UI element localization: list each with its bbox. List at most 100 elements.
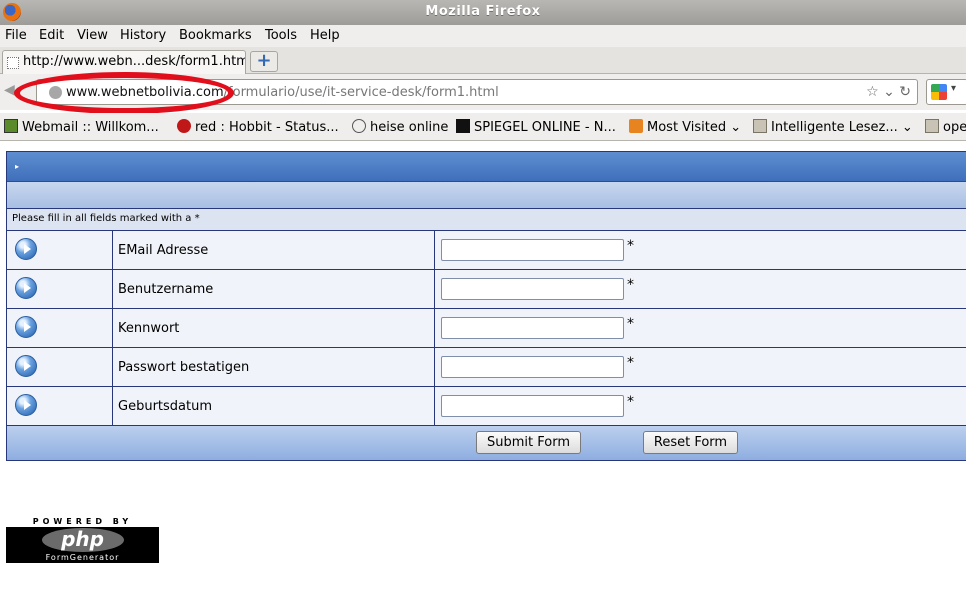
bookmark-intelligente[interactable]: Intelligente Lesez... ⌄ [753,119,913,135]
google-icon[interactable] [931,84,947,100]
bookmark-webmail[interactable]: Webmail :: Willkom... [4,119,159,135]
title-bar: Mozilla Firefox [0,0,966,25]
url-path: /formulario/use/it-service-desk/form1.ht… [223,85,499,100]
required-mark: * [627,394,634,410]
row-input-cell: * [436,348,966,386]
form-header: ▸ [7,152,966,182]
badge-formgenerator: FormGenerator [45,553,120,562]
navigation-bar: ◀ www.webnetbolivia.com/formulario/use/i… [0,74,966,110]
header-arrow-icon: ▸ [15,162,20,171]
row-icon-cell [7,387,113,425]
form-subheader [7,182,966,209]
row-input-cell: * [436,270,966,308]
field-label-username: Benutzername [114,270,435,308]
folder-icon [753,119,767,133]
field-label-password-confirm: Passwort bestatigen [114,348,435,386]
bookmark-label: heise online [370,120,449,135]
red-status-icon [177,119,191,133]
badge-php: php [61,527,104,551]
page-icon [7,57,19,69]
back-arrow-icon[interactable]: ◀ [4,82,24,102]
menu-tools[interactable]: Tools [265,28,297,43]
arrow-circle-icon [15,394,37,416]
row-input-cell: * [436,231,966,269]
form-row-password: Kennwort * [7,309,966,348]
arrow-circle-icon [15,316,37,338]
bookmark-label: Most Visited [647,120,727,135]
menu-file[interactable]: File [5,28,27,43]
globe-icon [49,86,62,99]
chevron-down-icon: ⌄ [730,120,742,135]
bookmark-label: Intelligente Lesez... [771,120,898,135]
bookmark-label: Webmail :: Willkom... [22,120,159,135]
bookmark-label: ope [943,120,966,135]
required-mark: * [627,238,634,254]
menu-view[interactable]: View [77,28,108,43]
form-row-username: Benutzername * [7,270,966,309]
form-row-password-confirm: Passwort bestatigen * [7,348,966,387]
username-input[interactable] [441,278,624,300]
arrow-circle-icon [15,238,37,260]
new-tab-button[interactable]: + [250,51,278,72]
tab-strip: http://www.webn...desk/form1.html + [0,47,966,74]
badge-body: php FormGenerator [6,527,159,563]
menu-bookmarks[interactable]: Bookmarks [179,28,252,43]
required-mark: * [627,355,634,371]
birthdate-input[interactable] [441,395,624,417]
email-input[interactable] [441,239,624,261]
row-icon-cell [7,270,113,308]
form-note: Please fill in all fields marked with a … [7,209,966,231]
page-content: ▸ Please fill in all fields marked with … [0,142,966,598]
submit-form-button[interactable]: Submit Form [476,431,581,454]
menu-edit[interactable]: Edit [39,28,64,43]
bookmark-label: red : Hobbit - Status... [195,120,339,135]
password-confirm-input[interactable] [441,356,624,378]
required-mark: * [627,316,634,332]
field-label-birthdate: Geburtsdatum [114,387,435,425]
bookmark-star-icon[interactable]: ☆ [866,84,879,100]
dropdown-arrow-icon[interactable]: ▾ [951,83,956,94]
bookmarks-toolbar: Webmail :: Willkom... red : Hobbit - Sta… [0,113,966,141]
chevron-down-icon: ⌄ [901,120,913,135]
window-title: Mozilla Firefox [425,4,541,19]
url-text[interactable]: www.webnetbolivia.com/formulario/use/it-… [66,85,499,100]
arrow-circle-icon [15,277,37,299]
tab-label: http://www.webn...desk/form1.html [23,54,246,69]
heise-icon [352,119,366,133]
chevron-down-icon[interactable]: ⌄ [883,84,895,100]
form-table: ▸ Please fill in all fields marked with … [6,151,966,461]
row-icon-cell [7,309,113,347]
bookmark-ope[interactable]: ope [925,119,966,135]
required-mark: * [627,277,634,293]
url-bar[interactable]: www.webnetbolivia.com/formulario/use/it-… [36,79,918,105]
bookmark-heise[interactable]: heise online [352,119,448,135]
bookmark-spiegel[interactable]: SPIEGEL ONLINE - N... [456,119,616,135]
tab-form1[interactable]: http://www.webn...desk/form1.html [2,50,246,74]
url-host: www.webnetbolivia.com [66,85,224,100]
url-controls: ☆ ⌄ ↻ [866,84,911,100]
badge-powered-by: POWERED BY [32,517,133,526]
reset-form-button[interactable]: Reset Form [643,431,738,454]
form-row-birthdate: Geburtsdatum * [7,387,966,426]
row-input-cell: * [436,309,966,347]
field-label-password: Kennwort [114,309,435,347]
bookmark-most-visited[interactable]: Most Visited ⌄ [629,119,741,135]
reload-icon[interactable]: ↻ [899,84,911,100]
form-footer: Submit Form Reset Form [7,426,966,460]
password-input[interactable] [441,317,624,339]
bookmark-red-status[interactable]: red : Hobbit - Status... [177,119,339,135]
arrow-circle-icon [15,355,37,377]
php-formgenerator-badge[interactable]: POWERED BY php FormGenerator [6,517,159,563]
form-row-email: EMail Adresse * [7,231,966,270]
folder-icon [925,119,939,133]
row-icon-cell [7,348,113,386]
row-icon-cell [7,231,113,269]
bookmark-label: SPIEGEL ONLINE - N... [474,120,616,135]
row-input-cell: * [436,387,966,425]
rss-icon [629,119,643,133]
menu-help[interactable]: Help [310,28,340,43]
menu-history[interactable]: History [120,28,166,43]
menu-bar: File Edit View History Bookmarks Tools H… [0,25,966,47]
search-box[interactable]: ▾ [926,79,966,105]
spiegel-icon [456,119,470,133]
